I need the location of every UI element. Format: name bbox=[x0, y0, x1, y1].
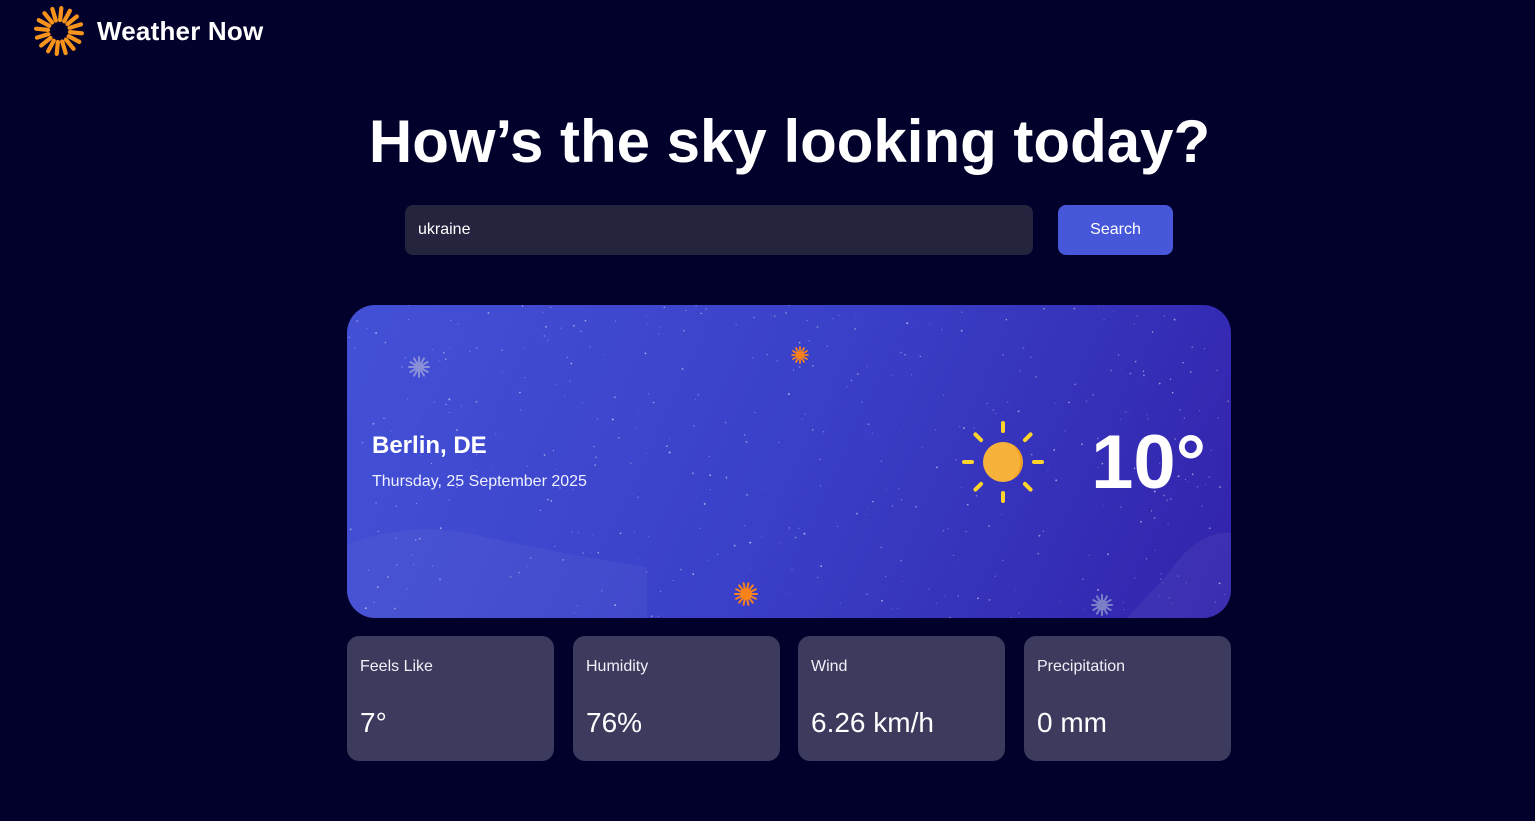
app-header: Weather Now bbox=[34, 6, 263, 56]
sun-logo-icon[interactable] bbox=[34, 6, 84, 56]
stat-value: 0 mm bbox=[1037, 707, 1107, 738]
stat-card-wind: Wind 6.26 km/h bbox=[798, 636, 1005, 761]
stat-label: Precipitation bbox=[1037, 658, 1126, 675]
stat-value: 7° bbox=[360, 707, 387, 738]
stat-label: Wind bbox=[811, 658, 848, 675]
sunny-icon bbox=[962, 421, 1044, 503]
sparkle-icon bbox=[791, 346, 809, 364]
stat-label: Feels Like bbox=[360, 658, 433, 675]
sparkle-icon bbox=[734, 582, 758, 606]
current-date: Thursday, 25 September 2025 bbox=[372, 473, 587, 490]
current-temperature: 10° bbox=[1091, 420, 1206, 505]
page-headline: How’s the sky looking today? bbox=[368, 108, 1211, 175]
app-title: Weather Now bbox=[97, 15, 264, 46]
sparkle-icon bbox=[408, 356, 430, 378]
search-button[interactable]: Search bbox=[1058, 205, 1173, 255]
stat-label: Humidity bbox=[586, 658, 649, 675]
stat-card-humidity: Humidity 76% bbox=[573, 636, 780, 761]
stat-card-feels-like: Feels Like 7° bbox=[347, 636, 554, 761]
location-name: Berlin, DE bbox=[372, 432, 487, 459]
current-weather-card: Berlin, DE Thursday, 25 September 2025 1… bbox=[347, 305, 1231, 618]
stat-card-precipitation: Precipitation 0 mm bbox=[1024, 636, 1231, 761]
sparkle-icon bbox=[1091, 594, 1113, 616]
search-input[interactable] bbox=[405, 205, 1033, 255]
stat-value: 6.26 km/h bbox=[811, 707, 934, 738]
stat-value: 76% bbox=[586, 707, 643, 738]
